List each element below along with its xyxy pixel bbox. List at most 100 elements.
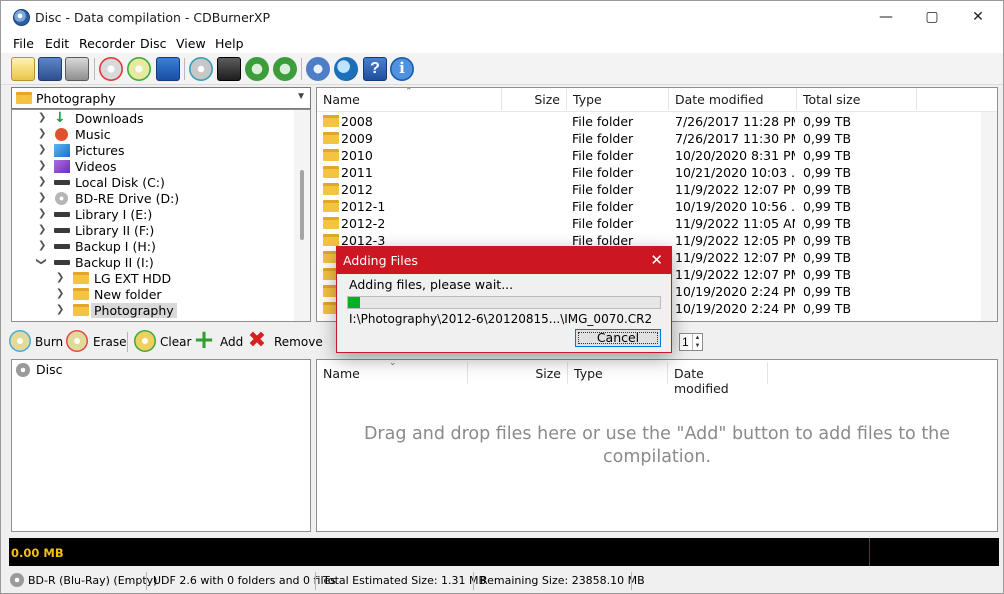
expand-arrow-icon[interactable]: ❯ xyxy=(56,272,64,283)
save-icon[interactable] xyxy=(38,57,62,81)
expand-arrow-icon[interactable]: ❯ xyxy=(38,128,46,139)
tree-item-library-ii-f[interactable]: ❯ Library II (F:) xyxy=(12,223,292,239)
expand-arrow-icon[interactable]: ❯ xyxy=(38,240,46,251)
cancel-button[interactable]: Cancel xyxy=(575,329,661,347)
copies-spinner[interactable]: 1 ▲ ▼ xyxy=(679,333,703,351)
info-icon[interactable]: i xyxy=(390,57,414,81)
clear-button[interactable]: Clear xyxy=(134,330,191,354)
expand-arrow-icon[interactable]: ❯ xyxy=(38,192,46,203)
tree-scrollbar-thumb[interactable] xyxy=(300,170,304,240)
minimize-icon: — xyxy=(879,9,893,25)
menu-edit[interactable]: Edit xyxy=(45,36,69,51)
column-header-total-size[interactable]: Total size xyxy=(797,88,917,110)
tree-item-new-folder[interactable]: ❯ New folder xyxy=(12,287,292,303)
compilation-list[interactable]: Name ⌄ Size Type Date modified Drag and … xyxy=(316,359,998,532)
tree-item-label: Backup II (I:) xyxy=(75,255,154,270)
burn-button[interactable]: Burn xyxy=(9,330,63,354)
erase-button[interactable]: Erase xyxy=(66,330,127,354)
folder-tree[interactable]: ❯ ↓ Downloads ❯ Music ❯ Pictures ❯ Video… xyxy=(11,109,311,322)
expand-arrow-icon[interactable]: ❯ xyxy=(38,224,46,235)
tree-item-photography[interactable]: ❯ Photography xyxy=(12,303,292,319)
tree-item-lg-ext-hdd[interactable]: ❯ LG EXT HDD xyxy=(12,271,292,287)
help-icon[interactable]: ? xyxy=(363,57,387,81)
sort-descending-icon: ⌄ xyxy=(389,359,397,367)
expand-arrow-icon[interactable]: ❯ xyxy=(38,112,46,123)
title-bar[interactable]: Disc - Data compilation - CDBurnerXP — ▢… xyxy=(1,1,1003,33)
web-icon[interactable] xyxy=(334,57,358,81)
expand-arrow-icon[interactable]: ❯ xyxy=(56,304,64,315)
update-icon[interactable] xyxy=(273,57,297,81)
chevron-down-icon[interactable]: ▼ xyxy=(296,91,306,102)
disc-tree[interactable]: Disc xyxy=(11,359,311,532)
expand-arrow-icon[interactable]: ❯ xyxy=(38,144,46,155)
cdburnerxp-app-icon[interactable] xyxy=(13,9,30,26)
downloads-icon: ↓ xyxy=(54,110,66,126)
menu-help[interactable]: Help xyxy=(215,36,244,51)
column-header-date-modified[interactable]: Date modified xyxy=(668,362,768,396)
verify-disc-icon[interactable] xyxy=(127,57,151,81)
file-date-cell: 10/19/2020 10:56 ... xyxy=(675,199,795,214)
tree-item-backup-ii-i[interactable]: ❯ Backup II (I:) xyxy=(12,255,292,271)
dialog-message: Adding files, please wait... xyxy=(349,277,514,292)
file-row[interactable]: 2009 File folder 7/26/2017 11:30 PM 0,99 TB xyxy=(317,130,981,147)
add-button[interactable]: + Add xyxy=(193,327,243,354)
file-type-cell: File folder xyxy=(572,216,634,231)
options-icon[interactable] xyxy=(306,57,330,81)
column-header-size[interactable]: Size xyxy=(468,362,568,384)
folder-icon xyxy=(323,217,339,229)
expand-arrow-icon[interactable]: ❯ xyxy=(38,208,46,219)
column-header-date-modified[interactable]: Date modified xyxy=(669,88,797,110)
location-combobox[interactable]: Photography ▼ xyxy=(11,87,311,109)
menu-recorder[interactable]: Recorder xyxy=(79,36,135,51)
file-row[interactable]: 2012-1 File folder 10/19/2020 10:56 ... 0,9… xyxy=(317,198,981,215)
new-compilation-icon[interactable] xyxy=(11,57,35,81)
column-header-type[interactable]: Type xyxy=(568,362,668,384)
tree-item-library-i-e[interactable]: ❯ Library I (E:) xyxy=(12,207,292,223)
tree-item-videos[interactable]: ❯ Videos xyxy=(12,159,292,175)
remove-button[interactable]: ✖ Remove xyxy=(246,330,323,354)
tree-item-downloads[interactable]: ❯ ↓ Downloads xyxy=(12,111,292,127)
tree-scrollbar[interactable] xyxy=(294,110,310,321)
close-button[interactable]: ✕ xyxy=(955,1,1001,33)
expand-arrow-icon[interactable]: ❯ xyxy=(56,288,64,299)
tree-item-bd-re-drive-d[interactable]: ❯ BD-RE Drive (D:) xyxy=(12,191,292,207)
file-date-cell: 10/20/2020 8:31 PM xyxy=(675,148,795,163)
expand-arrow-icon[interactable]: ❯ xyxy=(38,160,46,171)
file-row[interactable]: 2011 File folder 10/21/2020 10:03 ... 0,99 … xyxy=(317,164,981,181)
erase-disc-icon[interactable] xyxy=(99,57,123,81)
compilation-list-header: Name ⌄ Size Type Date modified xyxy=(317,359,997,396)
file-row[interactable]: 2010 File folder 10/20/2020 8:31 PM 0,99 TB xyxy=(317,147,981,164)
disc-root-label[interactable]: Disc xyxy=(36,362,62,377)
expand-arrow-icon[interactable]: ❯ xyxy=(38,176,46,187)
tree-item-backup-i-h[interactable]: ❯ Backup I (H:) xyxy=(12,239,292,255)
tree-item-pictures[interactable]: ❯ Pictures xyxy=(12,143,292,159)
file-row[interactable]: 2012 File folder 11/9/2022 12:07 PM 0,99 TB xyxy=(317,181,981,198)
drive-icon[interactable] xyxy=(217,57,241,81)
column-header-type[interactable]: Type xyxy=(567,88,669,110)
folder-icon xyxy=(16,92,32,104)
file-total-size-cell: 0,99 TB xyxy=(803,216,852,231)
maximize-button[interactable]: ▢ xyxy=(909,1,955,33)
dialog-title-bar[interactable]: Adding Files ✕ xyxy=(337,247,671,274)
collapse-arrow-icon[interactable]: ❯ xyxy=(36,257,47,265)
menu-view[interactable]: View xyxy=(176,36,206,51)
minimize-button[interactable]: — xyxy=(863,1,909,33)
dialog-close-icon[interactable]: ✕ xyxy=(650,251,663,269)
disc-info-icon[interactable] xyxy=(189,57,213,81)
print-icon[interactable] xyxy=(65,57,89,81)
file-row[interactable]: 2008 File folder 7/26/2017 11:28 PM 0,99 TB xyxy=(317,113,981,130)
file-list-scrollbar[interactable] xyxy=(981,112,997,321)
file-name-cell: 2009 xyxy=(341,131,373,146)
folder-icon xyxy=(73,304,89,316)
tree-item-music[interactable]: ❯ Music xyxy=(12,127,292,143)
tree-item-local-disk-c[interactable]: ❯ Local Disk (C:) xyxy=(12,175,292,191)
spinner-arrows-icon[interactable]: ▲ ▼ xyxy=(692,334,702,350)
import-session-icon[interactable] xyxy=(245,57,269,81)
menu-disc[interactable]: Disc xyxy=(140,36,166,51)
column-header-size[interactable]: Size xyxy=(502,88,567,110)
status-disc-type: BD-R (Blu-Ray) (Empty) xyxy=(28,574,158,587)
stop-icon[interactable] xyxy=(156,57,180,81)
tree-item-label: Library I (E:) xyxy=(75,207,153,222)
menu-file[interactable]: File xyxy=(13,36,34,51)
file-row[interactable]: 2012-2 File folder 11/9/2022 11:05 AM 0,99 … xyxy=(317,215,981,232)
